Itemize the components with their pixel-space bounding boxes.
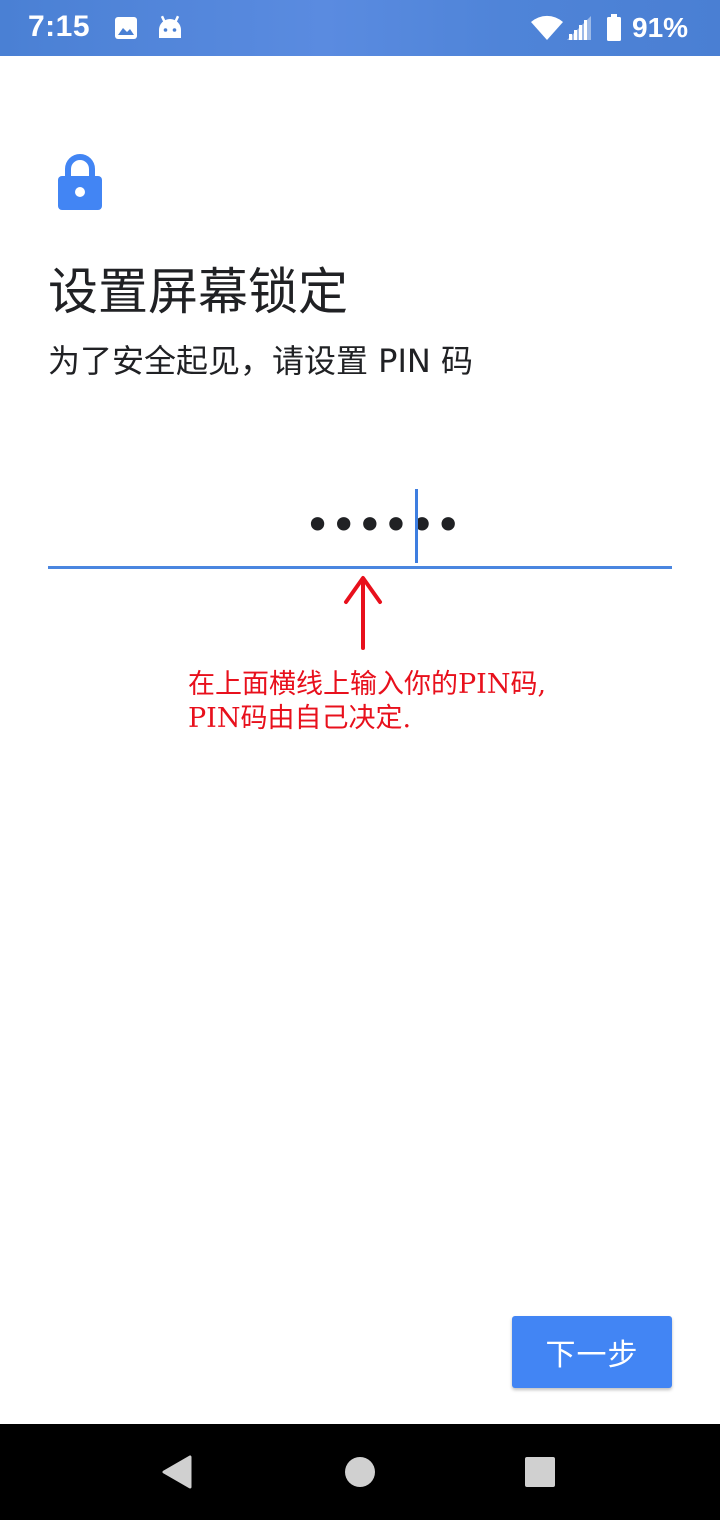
annotation-note: 在上面横线上输入你的PIN码, PIN码由自己决定. [188,668,648,736]
battery-percent: 91% [632,12,689,43]
status-time: 7:15 [28,10,91,43]
page-subtitle: 为了安全起见，请设置 PIN 码 [48,342,474,380]
status-bar: 7:15 91% [0,0,720,56]
signal-icon [566,15,592,45]
battery-icon [606,14,622,46]
next-button[interactable]: 下一步 [512,1316,672,1388]
recents-icon[interactable] [524,1456,556,1492]
back-icon[interactable] [160,1454,194,1494]
text-cursor [415,489,418,563]
arrow-up-icon [342,574,386,654]
annotation-line-2: PIN码由自己决定. [188,703,412,734]
annotation-line-1: 在上面横线上输入你的PIN码, [188,669,547,700]
pin-input-field[interactable]: •••••• [48,486,672,572]
image-icon [114,16,138,44]
page-title: 设置屏幕锁定 [48,263,348,321]
pin-masked-value: •••••• [304,498,462,552]
wifi-icon [530,15,564,45]
pin-underline [48,566,672,569]
android-icon [156,14,184,46]
home-icon[interactable] [344,1456,376,1492]
lock-icon [56,152,104,216]
navigation-bar [0,1424,720,1520]
